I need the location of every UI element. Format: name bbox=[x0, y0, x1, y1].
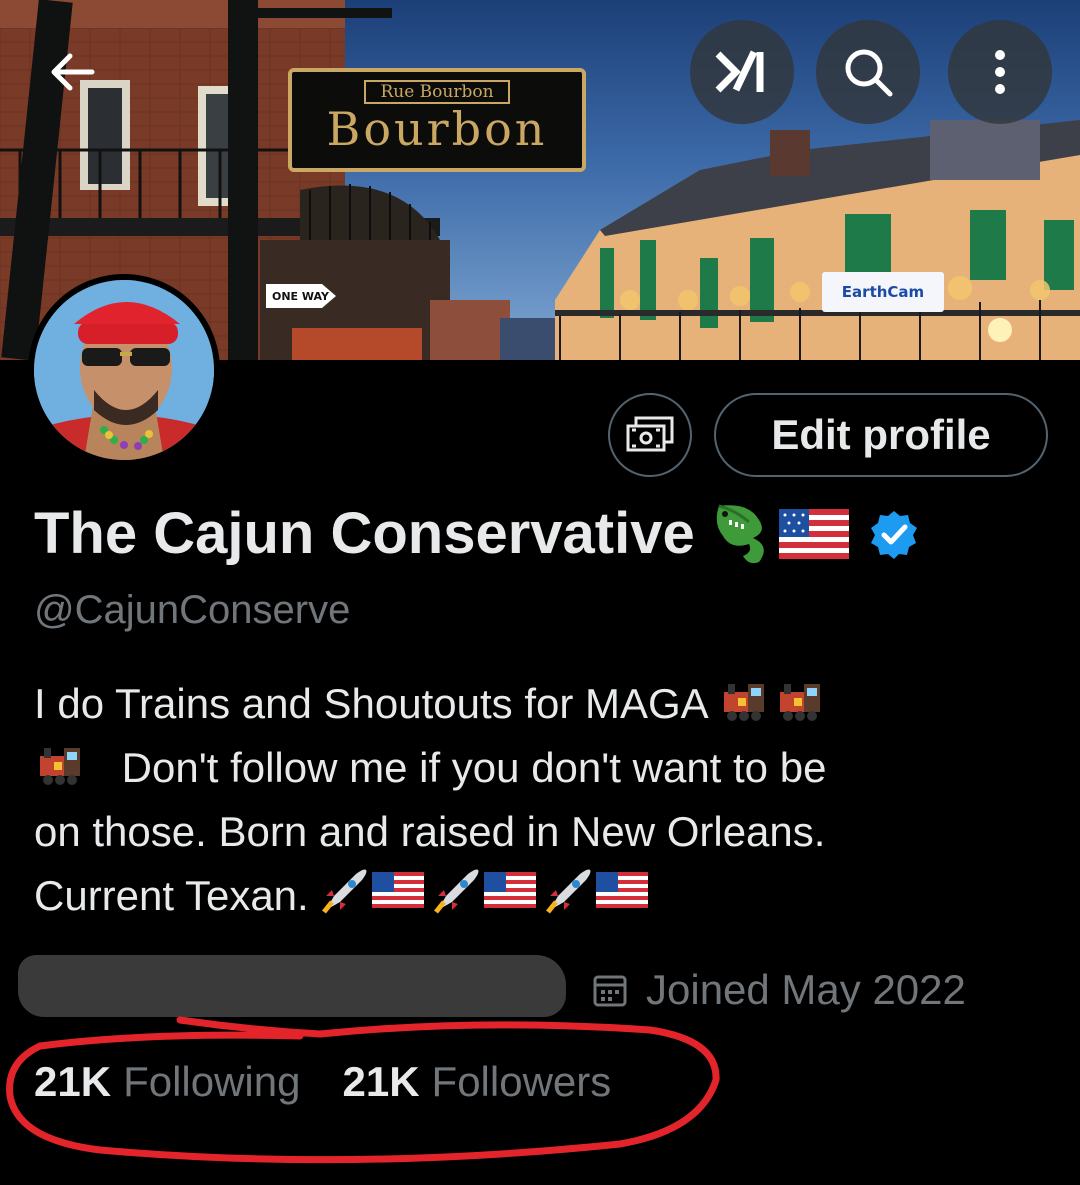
bio: I do Trains and Shoutouts for MAGA Don't… bbox=[34, 672, 1034, 928]
bio-text: I do Trains and Shoutouts for MAGA bbox=[34, 680, 707, 727]
join-date-text: Joined May 2022 bbox=[646, 966, 966, 1013]
more-button[interactable] bbox=[948, 20, 1052, 124]
follow-stats: 21K Following 21K Followers bbox=[34, 1058, 611, 1106]
display-name: The Cajun Conservative bbox=[34, 501, 695, 566]
redacted-location bbox=[18, 955, 566, 1017]
search-icon bbox=[845, 49, 893, 97]
arrow-left-icon bbox=[51, 53, 95, 91]
train-icon bbox=[718, 678, 826, 742]
rocket-flag-icons bbox=[320, 866, 656, 934]
bio-line: on those. Born and raised in New Orleans… bbox=[34, 800, 1034, 864]
avatar-image bbox=[34, 280, 214, 460]
following-label: Following bbox=[123, 1058, 301, 1105]
grok-icon bbox=[715, 50, 764, 93]
followers-label: Followers bbox=[431, 1058, 612, 1105]
crocodile-icon bbox=[716, 504, 764, 563]
train-icon bbox=[34, 742, 86, 806]
grok-button[interactable] bbox=[690, 20, 794, 124]
street-sign: Rue Bourbon Bourbon bbox=[288, 68, 586, 172]
edit-profile-button[interactable]: Edit profile bbox=[714, 393, 1048, 477]
followers-count: 21K bbox=[342, 1058, 420, 1105]
join-date: Joined May 2022 bbox=[592, 966, 966, 1014]
street-sign-small: Rue Bourbon bbox=[364, 80, 510, 104]
following-link[interactable]: 21K Following bbox=[34, 1058, 300, 1106]
bio-line: Current Texan. bbox=[34, 864, 1034, 928]
name-emoji bbox=[709, 502, 919, 566]
verified-badge-icon[interactable] bbox=[869, 509, 919, 559]
money-icon bbox=[626, 416, 674, 452]
avatar[interactable] bbox=[28, 274, 220, 466]
street-sign-name: Bourbon bbox=[326, 102, 548, 156]
bio-text: Current Texan. bbox=[34, 872, 309, 919]
username-handle: @CajunConserve bbox=[34, 588, 351, 632]
bio-text: Don't follow me if you don't want to be bbox=[121, 744, 827, 791]
more-vertical-icon bbox=[995, 50, 1005, 94]
bio-line: I do Trains and Shoutouts for MAGA bbox=[34, 672, 1034, 736]
search-button[interactable] bbox=[816, 20, 920, 124]
oneway-sign: ONE WAY bbox=[266, 284, 336, 308]
display-name-row: The Cajun Conservative bbox=[34, 500, 919, 567]
back-button[interactable] bbox=[20, 20, 124, 124]
followers-link[interactable]: 21K Followers bbox=[342, 1058, 611, 1106]
bio-text: on those. Born and raised in New Orleans… bbox=[34, 808, 826, 855]
following-count: 21K bbox=[34, 1058, 112, 1105]
bio-line: Don't follow me if you don't want to be bbox=[34, 736, 1034, 800]
earthcam-banner: EarthCam bbox=[822, 272, 944, 312]
subscriptions-button[interactable] bbox=[608, 393, 692, 477]
us-flag-icon bbox=[778, 508, 849, 559]
calendar-icon bbox=[593, 975, 627, 1007]
